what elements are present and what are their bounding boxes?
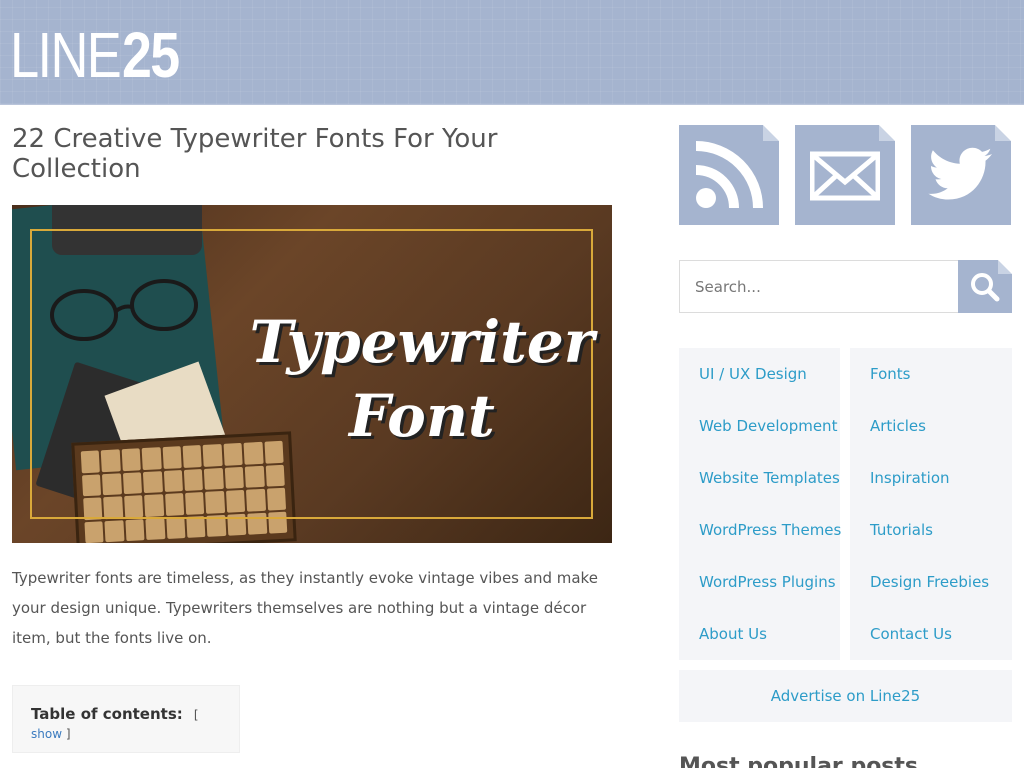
advertise-link[interactable]: Advertise on Line25 bbox=[679, 670, 1012, 722]
corner-fold bbox=[998, 260, 1012, 274]
category-link-ui-ux-design[interactable]: UI / UX Design bbox=[679, 348, 840, 400]
search-form bbox=[679, 260, 1012, 313]
hero-title-line2: Font bbox=[349, 382, 495, 450]
category-list-right: Fonts Articles Inspiration Tutorials Des… bbox=[850, 348, 1012, 660]
mail-icon bbox=[810, 151, 880, 201]
corner-fold bbox=[879, 125, 895, 141]
twitter-icon bbox=[928, 147, 992, 200]
contact-us-link[interactable]: Contact Us bbox=[850, 608, 1012, 660]
search-icon bbox=[971, 273, 1000, 302]
toc-bracket-open: [ bbox=[193, 708, 199, 722]
rss-button[interactable] bbox=[679, 125, 779, 225]
site-logo[interactable]: LINE 25 bbox=[10, 19, 180, 91]
category-link-articles[interactable]: Articles bbox=[850, 400, 1012, 452]
category-link-wordpress-plugins[interactable]: WordPress Plugins bbox=[679, 556, 840, 608]
table-of-contents: Table of contents: [ show ] bbox=[12, 685, 240, 753]
corner-fold bbox=[995, 125, 1011, 141]
post-featured-image[interactable]: Typewriter Font bbox=[12, 205, 612, 543]
rss-icon bbox=[695, 141, 763, 209]
about-us-link[interactable]: About Us bbox=[679, 608, 840, 660]
post-excerpt: Typewriter fonts are timeless, as they i… bbox=[12, 569, 598, 647]
category-link-fonts[interactable]: Fonts bbox=[850, 348, 1012, 400]
search-button[interactable] bbox=[958, 260, 1012, 313]
category-link-inspiration[interactable]: Inspiration bbox=[850, 452, 1012, 504]
category-list-left: UI / UX Design Web Development Website T… bbox=[679, 348, 841, 660]
toc-title: Table of contents: bbox=[31, 705, 183, 723]
popular-posts-heading: Most popular posts bbox=[679, 754, 919, 768]
email-button[interactable] bbox=[795, 125, 895, 225]
category-link-tutorials[interactable]: Tutorials bbox=[850, 504, 1012, 556]
corner-fold bbox=[763, 125, 779, 141]
post-title[interactable]: 22 Creative Typewriter Fonts For Your Co… bbox=[12, 124, 532, 184]
site-header: LINE 25 bbox=[0, 0, 1024, 105]
category-link-web-development[interactable]: Web Development bbox=[679, 400, 840, 452]
hero-title-line1: Typewriter bbox=[249, 308, 595, 376]
toc-show-link[interactable]: show bbox=[31, 727, 62, 741]
category-link-wordpress-themes[interactable]: WordPress Themes bbox=[679, 504, 841, 556]
logo-text-thin: LINE bbox=[10, 19, 122, 91]
search-input[interactable] bbox=[680, 261, 959, 312]
twitter-button[interactable] bbox=[911, 125, 1011, 225]
category-link-website-templates[interactable]: Website Templates bbox=[679, 452, 840, 504]
toc-bracket-close: ] bbox=[65, 727, 71, 741]
hero-title: Typewriter Font bbox=[242, 305, 602, 453]
category-link-design-freebies[interactable]: Design Freebies bbox=[850, 556, 1012, 608]
logo-text-bold: 25 bbox=[122, 19, 180, 91]
